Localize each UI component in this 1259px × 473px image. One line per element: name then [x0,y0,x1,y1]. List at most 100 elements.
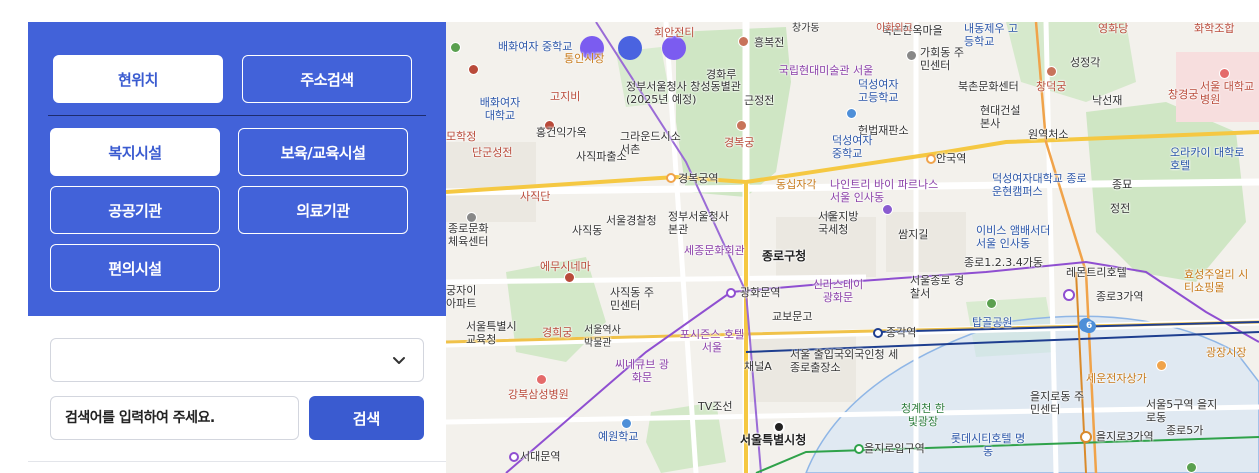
category-welfare-button[interactable]: 복지시설 [50,128,220,176]
map-label: 교보문고 [772,310,813,323]
map-label: 성정각 [1070,56,1101,69]
chevron-down-icon [393,357,405,364]
map-label: 정부서울청사 본관 [668,210,729,236]
map-marker[interactable] [618,36,642,60]
school-pin-icon[interactable] [846,108,857,119]
map-label: 이비스 앰배서더 서울 인사동 [976,224,1051,250]
map-label: 덕성여자 중학교 [832,134,873,160]
map-label: 신라스테이 광화문 [812,278,864,304]
map-label: 종로1.2.3.4가동 [964,256,1043,269]
map-label: 서울지방 국세청 [818,210,859,236]
park-pin-icon[interactable] [1186,462,1197,473]
map-label: 나인트리 바이 파르나스 서울 인사동 [830,178,939,204]
school-pin-icon[interactable] [621,418,632,429]
search-input[interactable] [50,396,299,440]
landmark-pin-icon[interactable] [736,120,747,131]
map-label: 쌈지길 [898,228,929,241]
panel-divider [48,115,426,116]
map-marker[interactable] [662,36,686,60]
map-label: 덕성여자대학교 종로운현캠퍼스 [992,172,1087,198]
map-label: TV조선 [698,400,733,413]
hospital-pin-icon[interactable] [536,374,547,385]
shopping-pin-icon[interactable] [1156,360,1167,371]
landmark-pin-icon[interactable] [1046,66,1057,77]
map-label: 창덕궁 [1036,80,1067,93]
category-convenience-button[interactable]: 편의시설 [50,244,220,292]
map-label: 사직파출소 [576,150,627,163]
map-label: 궁자이 아파트 [446,284,477,310]
map-label: 종로구청 [762,249,807,263]
map-label: 서울종로 경찰서 [910,274,965,300]
map-label: 홍건익가옥 [536,126,587,139]
facility-select[interactable] [50,338,424,382]
map-label: 광장시장 [1206,346,1247,359]
map-label: 현대건설 본사 [980,104,1021,130]
map-label: 덕성여자 고등학교 [858,78,899,104]
route-badge: 6 [1082,320,1097,333]
park-pin-icon[interactable] [986,298,997,309]
map-label: 을지로동 주민센터 [1030,390,1085,416]
map-label: 종로5가 [1166,424,1204,437]
map-label: 사직동 주민센터 [610,286,654,312]
map-view[interactable]: 배화여자 중학교 통인시장 회안전티 흥복전 북촌한옥마을 내동제우 고등학교 … [446,22,1259,473]
category-childcare-education-button[interactable]: 보육/교육시설 [238,128,408,176]
map-label: 세운전자상가 [1086,372,1147,385]
bottom-divider [28,461,446,462]
map-label: 롯데시티호텔 명동 [950,432,1026,458]
map-label: 사직단 [520,190,551,203]
map-label: 채널A [744,360,772,373]
map-label: 동십자각 [776,178,817,191]
current-location-button[interactable]: 현위치 [53,55,223,103]
map-label: 북촌문화센터 [958,80,1019,93]
map-label: 배화여자 중학교 [498,40,573,53]
map-label: 탑골공원 [972,316,1013,329]
map-label: 흥복전 [754,36,785,49]
landmark-pin-icon[interactable] [738,36,749,47]
category-public-institution-button[interactable]: 공공기관 [50,186,220,234]
map-label: 모학정 [446,130,477,143]
map-label: 효성주얼리 시티쇼핑몰 [1184,268,1249,294]
map-label: 낙선재 [1092,94,1123,107]
map-label: 사직동 [572,224,603,237]
map-label: 정부서울청사 창성동별관 (2025년 예정) [626,80,741,106]
map-label: 화학조합 [1194,22,1235,35]
map-label: 통인시장 [564,52,605,65]
search-button[interactable]: 검색 [309,396,424,440]
hospital-pin-icon[interactable] [1219,68,1230,79]
map-label: 창가동 [792,23,820,34]
map-label: 서울 대학교병원 [1200,80,1255,106]
map-label: 서울5구역 을지로동 [1146,398,1218,424]
cinema-pin-icon[interactable] [564,272,575,283]
map-label: 가회동 주민센터 [920,46,964,72]
map-label: 배화여자 대학교 [479,96,521,122]
category-panel: 현위치 주소검색 복지시설 보육/교육시설 공공기관 의료기관 편의시설 [28,22,446,316]
map-label: 서울 출입국외국인청 세종로출장소 [790,348,899,374]
park-pin-icon[interactable] [450,42,461,53]
map-label: 을지로3가역 [1096,430,1154,443]
map-label: 서울특별시청 [740,433,807,447]
map-label: 레몬트리호텔 [1066,266,1127,279]
map-label: 창경궁 [1168,88,1199,101]
education-pin-icon[interactable] [468,64,479,75]
map-label: 강북삼성병원 [508,388,569,401]
map-label: 예원학교 [598,430,639,443]
map-label: 포시즌스 호텔 서울 [679,328,745,354]
map-label: 국립현대미술관 서울 [778,64,874,77]
hotel-pin-icon[interactable] [882,204,893,215]
map-label: 경복궁 [724,136,755,149]
category-medical-button[interactable]: 의료기관 [238,186,408,234]
address-search-button[interactable]: 주소검색 [242,55,412,103]
map-label: 서울특별시 교육청 [466,320,517,346]
map-label: 을지로입구역 [864,442,925,455]
map-label: 그라운드시소 서촌 [620,130,681,156]
map-label: 경복궁역 [678,172,719,185]
map-label: 광화문역 [740,286,781,299]
map-label: 원역처소 [1028,128,1069,141]
map-label: 종로3가역 [1096,290,1144,303]
map-label: 서울역사 박물관 [584,325,621,349]
office-pin-icon[interactable] [906,50,917,61]
map-label: 종각역 [886,326,917,339]
map-label: 영화당 [1098,22,1129,35]
map-label: 서대문역 [520,450,561,463]
map-label: 정전 [1110,202,1131,215]
